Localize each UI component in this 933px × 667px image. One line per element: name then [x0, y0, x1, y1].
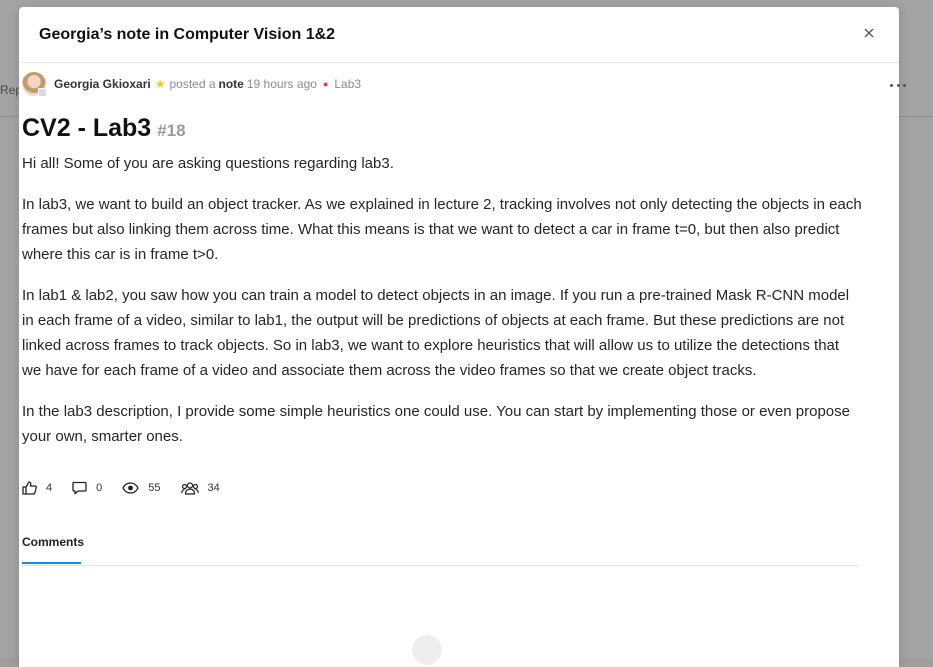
like-count: 4 [46, 482, 53, 494]
more-dots-icon [890, 83, 893, 87]
view-stat: 55 [122, 482, 161, 494]
post-stats: 4 0 55 34 [22, 481, 240, 495]
author-name[interactable]: Georgia Gkioxari [54, 77, 151, 91]
posted-prefix: posted a [169, 77, 216, 91]
participant-count: 34 [207, 482, 220, 494]
star-icon: ★ [154, 77, 166, 91]
comment-icon [72, 481, 87, 495]
close-button[interactable] [861, 25, 877, 41]
group-icon [180, 481, 199, 495]
eye-icon [122, 482, 139, 494]
tab-bar: Comments [22, 529, 858, 566]
like-stat[interactable]: 4 [22, 481, 52, 495]
post-paragraph: In the lab3 description, I provide some … [22, 403, 850, 445]
post-body: Hi all! Some of you are asking questions… [22, 151, 862, 465]
loading-spinner [412, 635, 442, 665]
post-paragraph: In lab1 & lab2, you saw how you can trai… [22, 287, 850, 379]
modal-header: Georgia’s note in Computer Vision 1&2 [19, 7, 899, 63]
post-tag[interactable]: Lab3 [334, 77, 361, 91]
thumbs-up-icon [22, 481, 37, 495]
post-number: #18 [157, 121, 186, 140]
avatar[interactable] [22, 72, 47, 97]
comment-count: 0 [96, 482, 103, 494]
post-type: note [218, 77, 244, 91]
comment-stat[interactable]: 0 [72, 481, 102, 495]
tab-comments[interactable]: Comments [22, 535, 84, 564]
more-dot [903, 83, 906, 87]
tag-dot-icon: ● [322, 79, 329, 89]
post-paragraph: In lab3, we want to build an object trac… [22, 196, 862, 263]
post-meta: Georgia Gkioxari ★ posted a note 19 hour… [22, 72, 361, 97]
more-options-button[interactable] [890, 80, 906, 90]
post-paragraph: Hi all! Some of you are asking questions… [22, 155, 394, 172]
view-count: 55 [148, 482, 161, 494]
post-title-row: CV2 - Lab3 #18 [22, 114, 186, 143]
post-title: CV2 - Lab3 [22, 114, 152, 142]
avatar-badge [38, 88, 47, 97]
post-time: 19 hours ago [246, 77, 317, 91]
participants-stat: 34 [180, 481, 220, 495]
more-dot [896, 83, 900, 87]
close-icon [864, 28, 874, 38]
modal-title: Georgia’s note in Computer Vision 1&2 [39, 26, 336, 43]
